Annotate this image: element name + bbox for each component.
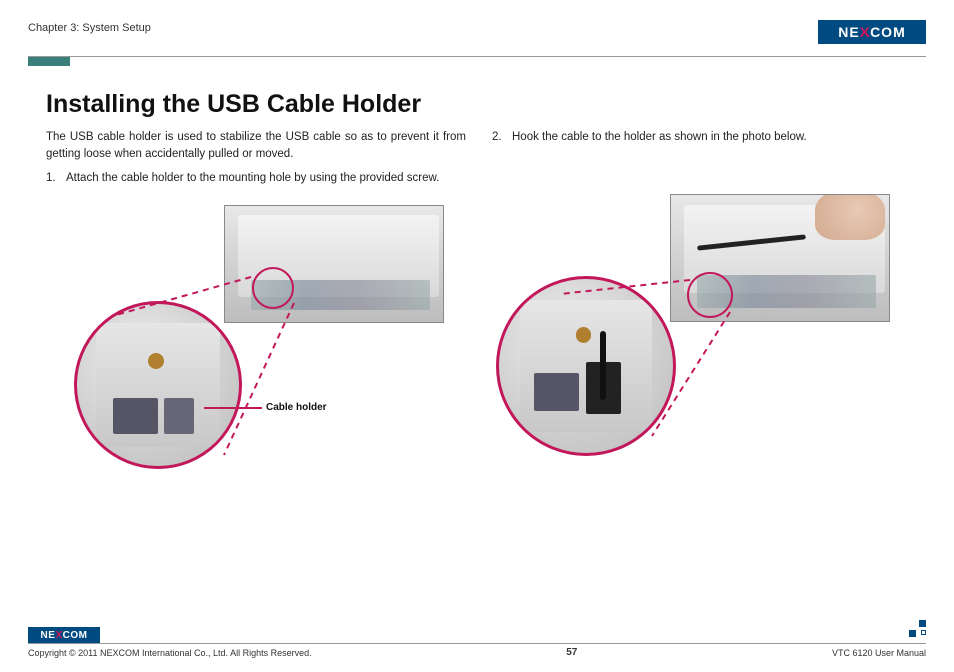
right-column: 2. Hook the cable to the holder as shown…: [492, 129, 912, 505]
figure-1-zoom: [74, 301, 242, 469]
intro-text: The USB cable holder is used to stabiliz…: [46, 129, 466, 162]
step-2: 2. Hook the cable to the holder as shown…: [492, 129, 912, 146]
footer-corner-marks: [908, 620, 926, 638]
callout-label: Cable holder: [266, 401, 327, 416]
logo-pre: NE: [838, 24, 859, 40]
figure-1-photo: [224, 205, 444, 323]
figure-2-highlight-circle: [687, 272, 733, 318]
page-title: Installing the USB Cable Holder: [46, 90, 926, 119]
page-number: 57: [566, 647, 577, 658]
manual-name: VTC 6120 User Manual: [832, 648, 926, 658]
figure-2: [492, 194, 912, 494]
zoom-holder-screw: [576, 327, 592, 343]
step-1-text: Attach the cable holder to the mounting …: [66, 170, 439, 187]
copyright-text: Copyright © 2011 NEXCOM International Co…: [28, 648, 312, 658]
step-1: 1. Attach the cable holder to the mounti…: [46, 170, 466, 187]
header-accent-tab: [28, 57, 70, 66]
left-column: The USB cable holder is used to stabiliz…: [46, 129, 466, 505]
footer-logo: NEXCOM: [28, 627, 100, 643]
logo-post: COM: [870, 24, 906, 40]
zoom-port-usb: [164, 398, 193, 434]
figure-1: Cable holder: [46, 205, 466, 505]
footer-rule: [28, 643, 926, 644]
step-2-number: 2.: [492, 129, 504, 146]
hand: [815, 194, 885, 240]
zoom-port-lan: [534, 373, 579, 411]
zoom-cable: [600, 331, 606, 401]
zoom-port-lan: [113, 398, 158, 434]
step-1-number: 1.: [46, 170, 58, 187]
footer-logo-post: COM: [63, 630, 88, 641]
footer-logo-x-icon: X: [55, 630, 62, 641]
logo-x-icon: X: [859, 24, 870, 40]
brand-logo-text: NEXCOM: [838, 24, 905, 40]
callout-line: [204, 407, 262, 409]
brand-logo: NEXCOM: [818, 20, 926, 44]
header-rule: [28, 56, 926, 57]
chapter-label: Chapter 3: System Setup: [28, 20, 151, 34]
figure-2-zoom: [496, 276, 676, 456]
step-2-text: Hook the cable to the holder as shown in…: [512, 129, 807, 146]
footer-logo-text: NEXCOM: [41, 630, 88, 641]
figure-1-highlight-circle: [252, 267, 294, 309]
footer: NEXCOM Copyright © 2011 NEXCOM Internati…: [28, 627, 926, 658]
footer-logo-pre: NE: [41, 630, 56, 641]
